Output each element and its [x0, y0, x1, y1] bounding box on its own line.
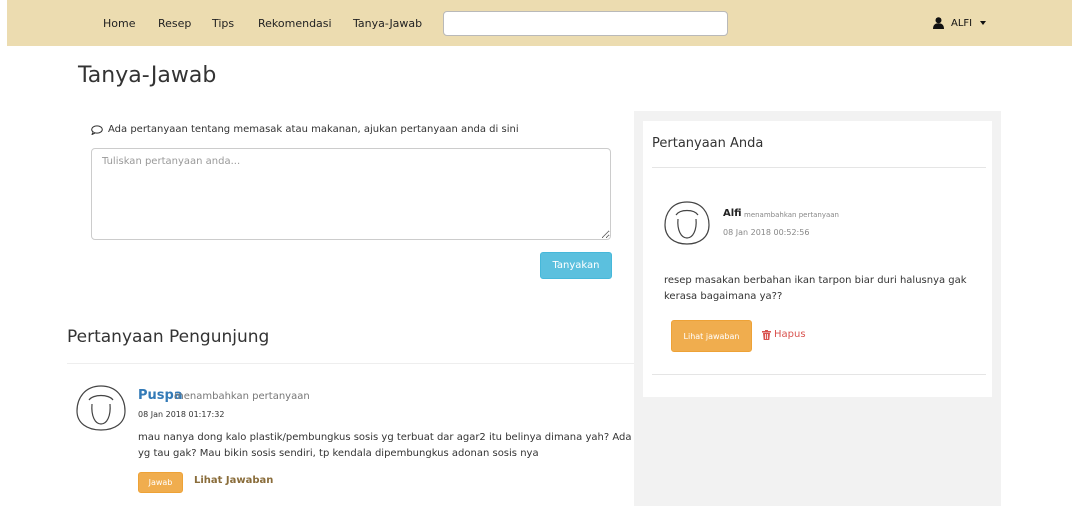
ask-prompt: Ada pertanyaan tentang memasak atau maka… [91, 124, 519, 135]
card-divider [652, 374, 986, 375]
delete-link[interactable]: Hapus [762, 329, 806, 340]
trash-icon [762, 329, 771, 340]
avatar-icon [664, 201, 710, 245]
card-divider [652, 167, 986, 168]
view-answer-button[interactable]: Lihat jawaban [671, 320, 752, 352]
page-title: Tanya-Jawab [78, 63, 217, 88]
answer-button[interactable]: Jawab [138, 472, 183, 493]
nav-item-rekomendasi[interactable]: Rekomendasi [258, 17, 332, 30]
visitor-questions-title: Pertanyaan Pengunjung [67, 327, 270, 347]
nav-item-resep[interactable]: Resep [158, 17, 191, 30]
question-timestamp: 08 Jan 2018 01:17:32 [138, 410, 225, 419]
user-icon [933, 17, 944, 29]
your-questions-title: Pertanyaan Anda [652, 136, 764, 151]
chevron-down-icon [980, 21, 987, 25]
nav-item-tanya-jawab[interactable]: Tanya-Jawab [353, 17, 422, 30]
search-input[interactable] [443, 11, 728, 36]
view-answers-link[interactable]: Lihat Jawaban [194, 475, 273, 486]
your-question-author: Alfi [723, 208, 742, 219]
your-question-text: resep masakan berbahan ikan tarpon biar … [664, 275, 967, 302]
your-question-action: menambahkan pertanyaan [744, 211, 839, 219]
user-name: ALFI [951, 17, 973, 29]
section-divider [67, 363, 635, 364]
nav-item-home[interactable]: Home [103, 17, 135, 30]
avatar-icon [76, 385, 126, 431]
question-action: menambahkan pertanyaan [174, 391, 310, 402]
user-menu[interactable]: ALFI [933, 14, 987, 32]
comment-icon [91, 124, 103, 135]
your-question-timestamp: 08 Jan 2018 00:52:56 [723, 228, 810, 237]
your-questions-card [643, 121, 992, 397]
question-text: mau nanya dong kalo plastik/pembungkus s… [138, 432, 632, 459]
nav-item-tips[interactable]: Tips [212, 17, 234, 30]
delete-label: Hapus [774, 329, 806, 340]
question-textarea[interactable] [91, 148, 611, 240]
ask-prompt-text: Ada pertanyaan tentang memasak atau maka… [108, 124, 519, 135]
ask-button[interactable]: Tanyakan [540, 252, 612, 279]
